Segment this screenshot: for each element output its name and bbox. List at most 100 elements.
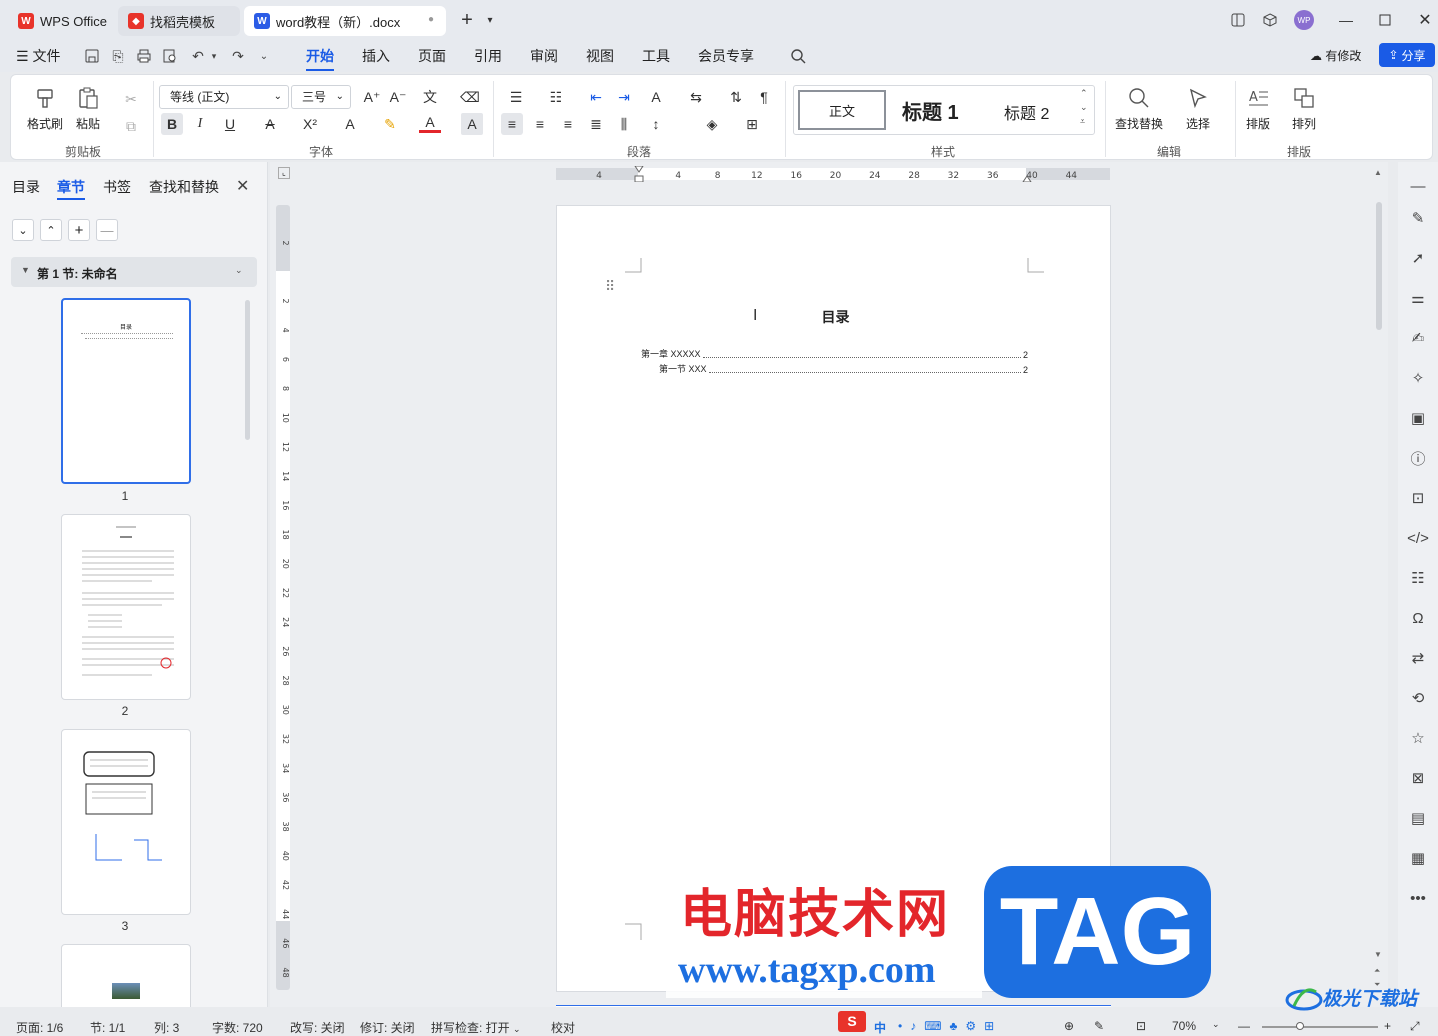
print-icon[interactable] [134,46,154,66]
remove-section-icon[interactable]: — [96,219,118,241]
cursor-icon[interactable]: ➚ [1406,246,1430,270]
export-icon[interactable]: ⎘ [108,46,128,66]
menu-tab-view[interactable]: 视图 [586,46,614,66]
panel-scrollbar[interactable] [245,300,250,440]
more-icon[interactable]: ••• [1406,886,1430,910]
status-revision[interactable]: 修订: 关闭 [360,1019,415,1036]
magic-wand-icon[interactable]: ✧ [1406,366,1430,390]
redo-icon[interactable]: ↷ [228,46,248,66]
tab-wps-office[interactable]: W WPS Office [8,6,112,36]
cut-icon[interactable]: ✂ [120,88,142,110]
style-normal[interactable]: 正文 [798,90,886,130]
scroll-down-icon[interactable]: ▼ [1374,950,1382,959]
page-thumbnail-3[interactable] [61,729,191,915]
ime-toolbar-icons[interactable]: •♪⌨♣⚙⊞ [898,1019,1002,1033]
close-window-icon[interactable]: ✕ [1413,8,1437,32]
toc-entry-2[interactable]: 第一节 XXX 2 [659,361,1028,375]
cube-icon[interactable] [1258,8,1282,32]
avatar[interactable]: WP [1292,8,1316,32]
document-scrollbar[interactable] [1376,202,1382,330]
pen-tool-icon[interactable]: ✎ [1094,1019,1104,1033]
menu-tab-member[interactable]: 会员专享 [698,46,754,66]
page-thumbnail-1[interactable]: 目录 [61,298,191,484]
nav-tab-find-replace[interactable]: 查找和替换 [149,177,219,197]
prev-page-icon[interactable]: ⏶ [1374,966,1380,976]
tab-templates[interactable]: ◆ 找稻壳模板 [118,6,240,36]
code-icon[interactable]: </> [1406,526,1430,550]
status-overtype[interactable]: 改写: 关闭 [290,1019,345,1036]
superscript-icon[interactable]: X² [299,113,321,135]
menu-tab-references[interactable]: 引用 [474,46,502,66]
shrink-font-icon[interactable]: A⁻ [387,86,409,108]
expand-icon[interactable]: ⌃ [40,219,62,241]
zoom-in-icon[interactable]: + [1384,1019,1391,1033]
bullet-list-icon[interactable]: ☰ [505,86,527,108]
modified-status[interactable]: ☁ 有修改 [1310,46,1361,66]
tab-list-chevron-icon[interactable]: ▾ [478,8,502,32]
zoom-chevron-icon[interactable]: ⌄ [1212,1019,1220,1030]
decrease-indent-icon[interactable]: ⇤ [585,86,607,108]
tab-stop-icon[interactable]: ⌞ [278,167,290,179]
page-thumbnail-4[interactable] [61,944,191,1007]
bold-icon[interactable]: B [161,113,183,135]
star-folder-icon[interactable]: ☆ [1406,726,1430,750]
menu-tab-insert[interactable]: 插入 [362,46,390,66]
new-tab-icon[interactable]: + [455,8,479,32]
select-button[interactable]: 选择 [1185,85,1211,132]
page-thumbnail-2[interactable] [61,514,191,700]
style-heading-2[interactable]: 标题 2 [1004,100,1049,124]
status-word-count[interactable]: 字数: 720 [212,1019,263,1036]
font-color-icon[interactable]: A [419,113,441,133]
print-preview-icon[interactable] [160,46,180,66]
highlight-icon[interactable]: ✎ [379,113,401,135]
share-button[interactable]: ⇪ 分享 [1379,43,1435,67]
distribute-icon[interactable]: ⫼ [613,113,635,135]
outline-icon[interactable]: ☷ [1406,566,1430,590]
show-marks-icon[interactable]: ¶ [753,86,775,108]
style-scroll-down-icon[interactable]: ⌄ [1080,102,1088,113]
zoom-slider[interactable] [1262,1026,1378,1028]
layout-button[interactable]: A 排版 [1245,85,1271,132]
phonetic-guide-icon[interactable]: 文 [419,86,441,108]
zoom-level[interactable]: 70% [1172,1019,1196,1033]
underline-icon[interactable]: U [219,113,241,135]
globe-icon[interactable]: ⊕ [1064,1019,1074,1033]
zoom-slider-handle[interactable] [1296,1022,1304,1030]
history-icon[interactable]: ⟲ [1406,686,1430,710]
horizontal-ruler[interactable]: 4 4 8 12 16 20 24 28 32 36 40 44 [556,166,1110,182]
numbered-list-icon[interactable]: ☷ [545,86,567,108]
style-more-icon[interactable]: ⩡ [1080,116,1085,127]
maximize-icon[interactable] [1373,8,1397,32]
nav-tab-toc[interactable]: 目录 [12,177,40,197]
section-header[interactable]: ▼ 第 1 节: 未命名 ⌄ [11,257,257,287]
font-size-select[interactable]: 三号 ⌄ [291,85,351,109]
copy-icon[interactable]: ⧉ [120,115,142,137]
find-replace-button[interactable]: 查找替换 [1115,85,1163,132]
minimize-icon[interactable]: — [1334,8,1358,32]
line-swap-icon[interactable]: ⇆ [685,86,707,108]
vertical-ruler[interactable]: 2246810121416182022242628303234363840424… [276,205,290,990]
doc-search-icon[interactable]: ▦ [1406,846,1430,870]
ai-writing-icon[interactable]: ✍ [1406,326,1430,350]
tab-document[interactable]: W word教程（新）.docx ● [244,6,446,36]
grow-font-icon[interactable]: A⁺ [361,86,383,108]
sort-icon[interactable]: ⇅ [725,86,747,108]
style-scroll-up-icon[interactable]: ⌃ [1080,88,1088,99]
book-icon[interactable]: ▣ [1406,406,1430,430]
char-shading-icon[interactable]: A [461,113,483,135]
text-direction-icon[interactable]: A [645,86,667,108]
add-section-icon[interactable]: + [68,219,90,241]
collapse-icon[interactable]: ⌄ [12,219,34,241]
omega-icon[interactable]: Ω [1406,606,1430,630]
justify-icon[interactable]: ≣ [585,113,607,135]
close-panel-icon[interactable]: ✕ [236,176,249,196]
shading-icon[interactable]: ◈ [701,113,723,135]
collapse-toolbar-icon[interactable]: — [1406,174,1430,198]
save-icon[interactable] [82,46,102,66]
align-right-icon[interactable]: ≡ [557,113,579,135]
toc-entry-1[interactable]: 第一章 XXXXX 2 [641,346,1028,360]
zoom-out-icon[interactable]: — [1238,1019,1250,1033]
scroll-up-icon[interactable]: ▲ [1374,168,1382,177]
borders-icon[interactable]: ⊞ [741,113,763,135]
ime-mode[interactable]: 中 [874,1019,886,1036]
